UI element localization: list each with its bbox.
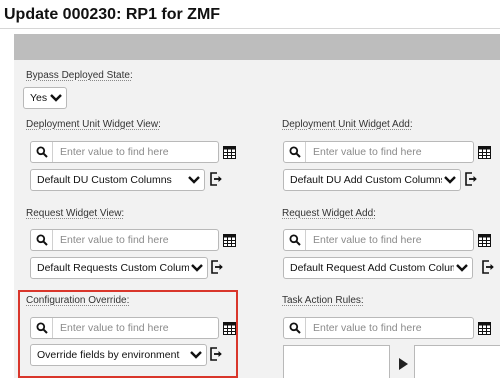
export-icon[interactable] bbox=[209, 172, 223, 186]
req-view-label: Request Widget View: bbox=[26, 208, 125, 219]
req-add-placeholder: Enter value to find here bbox=[313, 234, 422, 246]
du-view-search-input[interactable]: Enter value to find here bbox=[30, 141, 219, 163]
du-add-search-input[interactable]: Enter value to find here bbox=[283, 141, 474, 163]
chevron-down-icon bbox=[48, 90, 64, 106]
export-icon[interactable] bbox=[464, 172, 478, 186]
export-icon[interactable] bbox=[210, 260, 224, 274]
search-icon bbox=[31, 142, 53, 162]
task-action-placeholder: Enter value to find here bbox=[313, 322, 422, 334]
du-view-placeholder: Enter value to find here bbox=[60, 146, 169, 158]
du-add-selected: Default DU Add Custom Columns bbox=[290, 174, 442, 186]
export-icon[interactable] bbox=[481, 260, 495, 274]
header-band bbox=[14, 34, 500, 60]
chevron-down-icon bbox=[188, 347, 204, 363]
config-override-selected: Override fields by environment bbox=[37, 349, 180, 361]
export-icon[interactable] bbox=[209, 347, 223, 361]
task-action-search-input[interactable]: Enter value to find here bbox=[283, 317, 474, 339]
chevron-down-icon bbox=[186, 172, 202, 188]
du-add-placeholder: Enter value to find here bbox=[313, 146, 422, 158]
table-icon[interactable] bbox=[477, 233, 491, 247]
du-add-select[interactable]: Default DU Add Custom Columns bbox=[283, 169, 461, 191]
chevron-down-icon bbox=[454, 260, 470, 276]
play-arrow-icon[interactable] bbox=[399, 358, 408, 370]
du-add-label: Deployment Unit Widget Add: bbox=[282, 119, 413, 130]
title-divider bbox=[0, 28, 500, 29]
req-add-label: Request Widget Add: bbox=[282, 208, 376, 219]
req-add-selected: Default Request Add Custom Columns bbox=[290, 262, 454, 274]
search-icon bbox=[284, 230, 306, 250]
req-view-search-input[interactable]: Enter value to find here bbox=[30, 229, 219, 251]
du-view-selected: Default DU Custom Columns bbox=[37, 174, 172, 186]
table-icon[interactable] bbox=[477, 145, 491, 159]
search-icon bbox=[31, 318, 53, 338]
table-icon[interactable] bbox=[222, 321, 236, 335]
selected-rules-list[interactable] bbox=[414, 345, 500, 378]
config-override-placeholder: Enter value to find here bbox=[60, 322, 169, 334]
table-icon[interactable] bbox=[477, 321, 491, 335]
page-title: Update 000230: RP1 for ZMF bbox=[4, 6, 221, 23]
config-override-label: Configuration Override: bbox=[26, 295, 130, 306]
table-icon[interactable] bbox=[222, 233, 236, 247]
available-rules-list[interactable] bbox=[283, 345, 390, 378]
req-view-select[interactable]: Default Requests Custom Columns bbox=[30, 257, 208, 279]
config-override-search-input[interactable]: Enter value to find here bbox=[30, 317, 219, 339]
chevron-down-icon bbox=[442, 172, 458, 188]
search-icon bbox=[284, 318, 306, 338]
bypass-value: Yes bbox=[30, 92, 48, 104]
req-view-placeholder: Enter value to find here bbox=[60, 234, 169, 246]
req-add-search-input[interactable]: Enter value to find here bbox=[283, 229, 474, 251]
req-view-selected: Default Requests Custom Columns bbox=[37, 262, 189, 274]
bypass-select[interactable]: Yes bbox=[23, 87, 67, 109]
du-view-label: Deployment Unit Widget View: bbox=[26, 119, 161, 130]
config-override-select[interactable]: Override fields by environment bbox=[30, 344, 207, 366]
bypass-label: Bypass Deployed State: bbox=[26, 70, 133, 81]
chevron-down-icon bbox=[189, 260, 205, 276]
table-icon[interactable] bbox=[222, 145, 236, 159]
du-view-select[interactable]: Default DU Custom Columns bbox=[30, 169, 205, 191]
task-action-label: Task Action Rules: bbox=[282, 295, 364, 306]
search-icon bbox=[284, 142, 306, 162]
search-icon bbox=[31, 230, 53, 250]
req-add-select[interactable]: Default Request Add Custom Columns bbox=[283, 257, 473, 279]
